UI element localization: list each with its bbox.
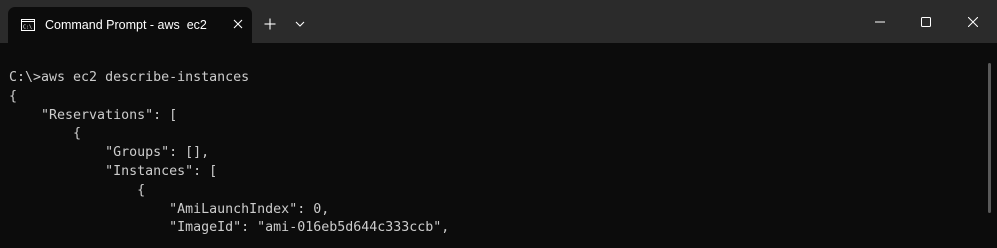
scrollbar-thumb[interactable] xyxy=(988,63,991,213)
command-prompt-icon: C:\ xyxy=(21,18,35,31)
tab-command-prompt[interactable]: C:\ Command Prompt - aws ec2 xyxy=(8,7,252,43)
maximize-icon[interactable] xyxy=(903,0,949,43)
terminal-line: { xyxy=(9,182,146,198)
terminal-line: "ImageId": "ami-016eb5d644c333ccb", xyxy=(9,220,450,236)
title-bar[interactable]: C:\ Command Prompt - aws ec2 xyxy=(0,0,997,43)
terminal-line: "Instances": [ xyxy=(9,163,218,179)
terminal-line: { xyxy=(9,88,18,104)
terminal-line: { xyxy=(9,126,82,142)
terminal-line-command: C:\>aws ec2 describe-instances xyxy=(9,70,250,85)
terminal-lines: C:\>aws ec2 describe-instances { "Reserv… xyxy=(9,69,449,238)
terminal-output[interactable]: C:\>aws ec2 describe-instances { "Reserv… xyxy=(0,43,985,248)
tab-dropdown-chevron-down-icon[interactable] xyxy=(291,15,309,33)
new-tab-plus-icon[interactable] xyxy=(261,15,279,33)
terminal-window: C:\ Command Prompt - aws ec2 C:\>aws ec2… xyxy=(0,0,997,248)
terminal-line: "AmiLaunchIndex": 0, xyxy=(9,201,330,217)
close-icon[interactable] xyxy=(950,0,996,43)
terminal-line: "Groups": [], xyxy=(9,145,210,161)
svg-text:C:\: C:\ xyxy=(23,25,32,31)
vertical-scrollbar[interactable] xyxy=(987,49,993,245)
tab-close-icon[interactable] xyxy=(229,15,247,33)
terminal-line: "Reservations": [ xyxy=(9,107,178,123)
tab-title: Command Prompt - aws ec2 xyxy=(45,18,207,32)
minimize-icon[interactable] xyxy=(857,0,903,43)
